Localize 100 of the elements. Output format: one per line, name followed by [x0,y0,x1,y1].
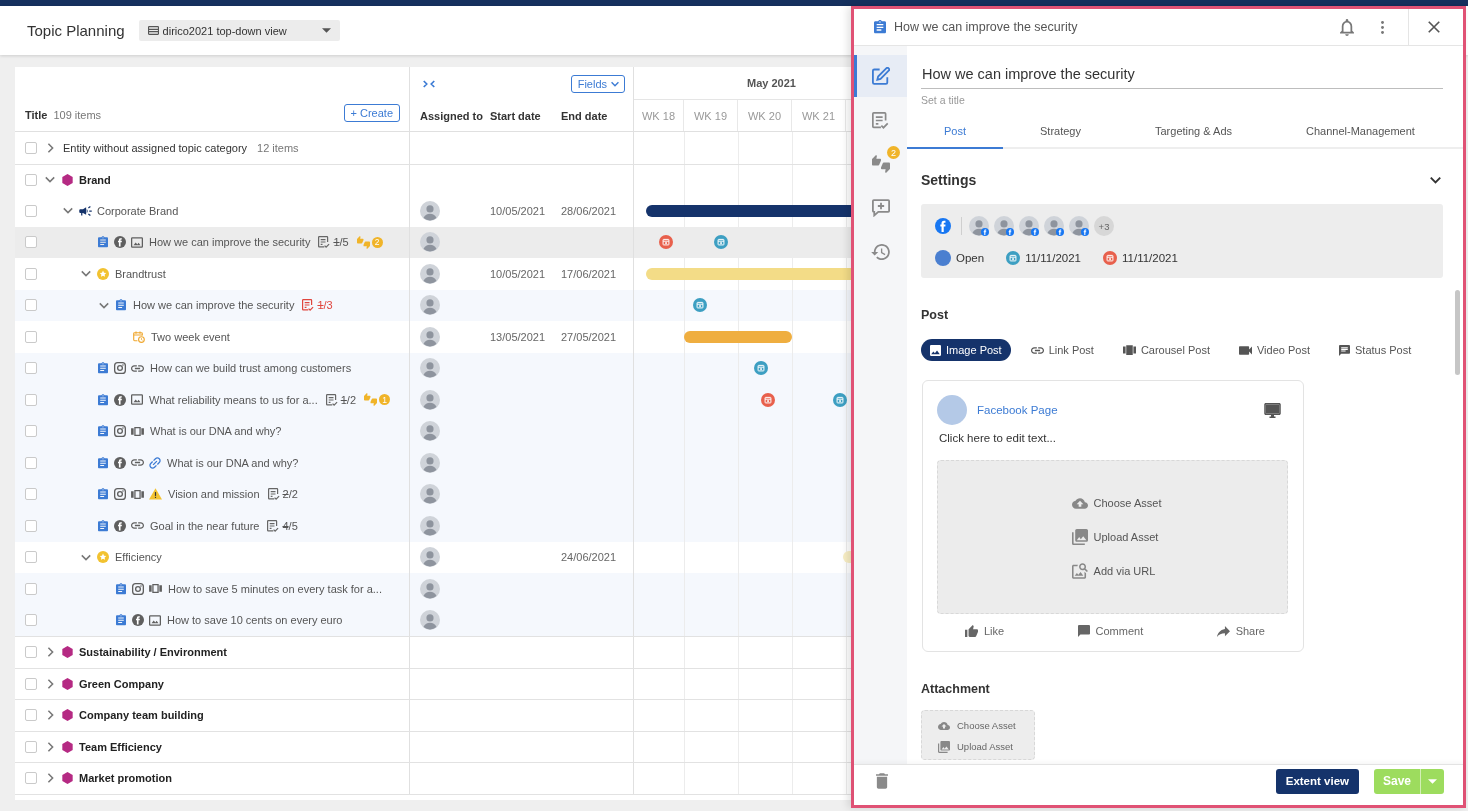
checkbox[interactable] [25,330,37,343]
checkbox[interactable] [25,551,37,564]
tab[interactable]: Post [907,115,1003,149]
comment-button[interactable]: Comment [1077,625,1144,637]
post-type-option[interactable]: Carousel Post [1113,339,1219,361]
chevron-down-icon[interactable] [1430,176,1441,184]
table-row[interactable]: What is our DNA and why? [15,415,851,447]
post-type-option[interactable]: Status Post [1330,339,1421,361]
table-row[interactable]: Market promotion [15,762,851,794]
post-type-option[interactable]: Video Post [1230,339,1319,361]
checkbox[interactable] [25,740,37,753]
tab[interactable]: Targeting & Ads [1118,115,1270,149]
chevron-right-icon[interactable] [46,710,54,721]
checkbox[interactable] [25,425,37,438]
checkbox[interactable] [25,456,37,469]
calendar-marker-icon[interactable] [833,392,847,407]
page-name-link[interactable]: Facebook Page [977,404,1058,416]
close-icon[interactable] [1428,21,1440,33]
table-row[interactable]: Sustainability / Environment [15,636,851,668]
facebook-icon [114,393,126,406]
checkbox[interactable] [25,646,37,659]
checkbox[interactable] [25,393,37,406]
table-row[interactable]: What reliability means to us for a... 1/2 1 [15,384,851,416]
gantt-bar[interactable] [646,204,851,217]
attachment-drop-zone[interactable]: Choose Asset Upload Asset [921,710,1035,760]
checkbox[interactable] [25,141,37,154]
table-row[interactable]: How can we build trust among customers [15,352,851,384]
column-header: Title [25,108,48,121]
checkbox[interactable] [25,362,37,375]
checkbox[interactable] [25,173,37,186]
calendar-marker-icon[interactable] [754,361,768,376]
chevron-right-icon[interactable] [46,741,54,752]
calendar-marker-icon[interactable] [693,298,707,313]
share-button[interactable]: Share [1216,625,1265,637]
calendar-marker-icon[interactable] [761,392,775,407]
checkbox[interactable] [25,267,37,280]
tab[interactable]: Channel-Management [1269,115,1452,149]
row-title: What reliability means to us for a... [149,393,318,406]
checkbox[interactable] [25,204,37,217]
checkbox[interactable] [25,772,37,785]
chevron-right-icon[interactable] [46,773,54,784]
facebook-icon [981,228,989,236]
chevron-right-icon[interactable] [46,647,54,658]
title-field[interactable]: How we can improve the security [921,60,1443,89]
table-row[interactable]: What is our DNA and why? [15,447,851,479]
checklist-icon [318,236,331,249]
scrollbar-thumb[interactable] [1455,290,1460,375]
checkbox[interactable] [25,519,37,532]
checkbox[interactable] [25,582,37,595]
chevron-right-icon[interactable] [46,142,54,153]
like-button[interactable]: Like [965,625,1005,637]
trash-icon[interactable] [876,773,888,789]
row-title: Entity without assigned topic category [63,141,248,154]
checkbox[interactable] [25,709,37,722]
table-row[interactable]: Team Efficiency [15,730,851,762]
post-type-option[interactable]: Image Post [921,339,1011,361]
facebook-icon [132,614,144,627]
create-button[interactable]: + Create [343,103,400,122]
checkbox[interactable] [25,614,37,627]
table-row[interactable]: Brand [15,163,851,195]
chevron-right-icon[interactable] [46,678,54,689]
post-type-option[interactable]: Link Post [1021,339,1103,361]
table-row[interactable]: Green Company [15,667,851,699]
calendar-marker-icon[interactable] [714,235,728,250]
collapse-columns-icon[interactable] [423,79,435,88]
save-options-button[interactable] [1420,768,1444,794]
view-dropdown[interactable]: dirico2021 top-down view [138,20,340,41]
overflow-count[interactable]: +3 [1094,216,1114,236]
panel-title: How we can improve the security [894,20,1078,34]
asset-drop-zone[interactable]: Choose Asset Upload Asset Add via URL [937,460,1288,614]
checkbox[interactable] [25,299,37,312]
bell-icon[interactable] [1340,18,1354,36]
upload-asset-button[interactable]: Upload Asset [1071,527,1159,547]
table-row[interactable]: Vision and mission 2/2 [15,478,851,510]
table-row[interactable]: Company team building [15,699,851,731]
fields-button[interactable]: Fields [570,74,625,93]
checkbox[interactable] [25,236,37,249]
choose-asset-button[interactable]: Choose Asset [938,717,1034,734]
post-text-field[interactable]: Click here to edit text... [937,431,1288,445]
choose-asset-button[interactable]: Choose Asset [1071,493,1162,513]
start-date: 10/05/2021 [490,267,546,280]
tab[interactable]: Strategy [1003,115,1118,149]
table-row[interactable]: How to save 10 cents on every euro [15,604,851,636]
checkbox[interactable] [25,488,37,501]
facebook-icon [114,519,126,532]
desktop-icon[interactable] [1264,402,1281,418]
upload-asset-button[interactable]: Upload Asset [938,738,1034,755]
week-label: WK 19 [694,109,727,122]
add-url-button[interactable]: Add via URL [1071,561,1156,581]
rail-tab[interactable] [854,55,907,97]
facebook-icon [935,218,951,234]
calendar-marker-icon[interactable] [659,235,673,250]
checkbox[interactable] [25,677,37,690]
table-row[interactable]: Goal in the near future 4/5 [15,510,851,542]
table-row[interactable]: How we can improve the security 1/3 [15,289,851,321]
more-options-icon[interactable] [1381,20,1384,34]
extent-view-button[interactable]: Extent view [1275,768,1359,794]
table-row[interactable]: How to save 5 minutes on every task for a... [15,573,851,605]
table-row[interactable]: How we can improve the security 1/5 2 [15,226,851,258]
link-icon[interactable] [149,456,161,469]
